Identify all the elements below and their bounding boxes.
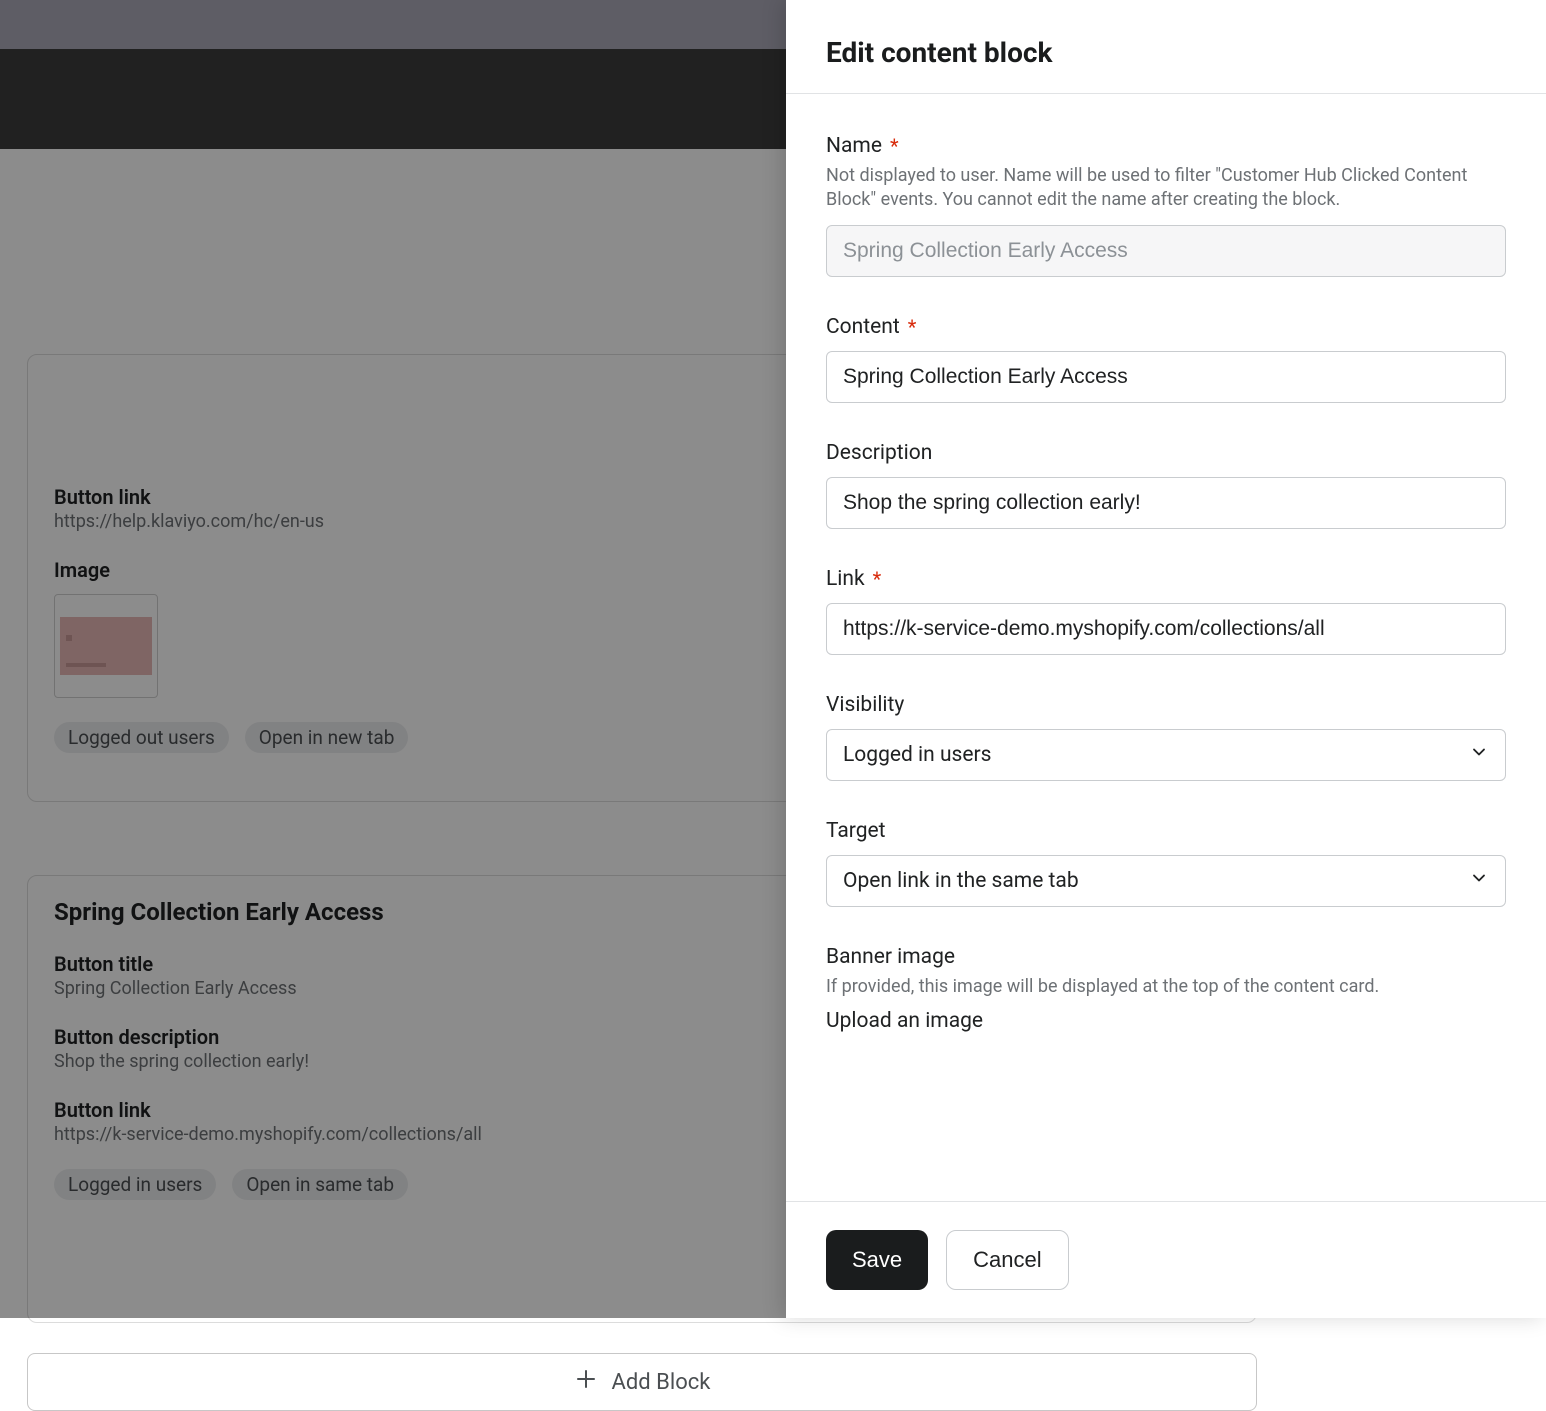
description-field: Description <box>826 441 1506 529</box>
banner-help: If provided, this image will be displaye… <box>826 975 1506 999</box>
link-input[interactable] <box>826 603 1506 655</box>
target-select[interactable]: Open link in the same tab <box>826 855 1506 907</box>
description-input[interactable] <box>826 477 1506 529</box>
cancel-button[interactable]: Cancel <box>946 1230 1068 1290</box>
name-label: Name * <box>826 134 1506 158</box>
add-block-button[interactable]: Add Block <box>27 1353 1257 1411</box>
visibility-value: Logged in users <box>843 743 991 767</box>
required-asterisk-icon: * <box>908 317 917 337</box>
target-field: Target Open link in the same tab <box>826 819 1506 907</box>
name-help: Not displayed to user. Name will be used… <box>826 164 1506 213</box>
description-label: Description <box>826 441 1506 465</box>
panel-header: Edit content block <box>786 0 1546 94</box>
panel-body: Name * Not displayed to user. Name will … <box>786 94 1546 1202</box>
name-field: Name * Not displayed to user. Name will … <box>826 134 1506 277</box>
name-input <box>826 225 1506 277</box>
edit-content-block-panel: Edit content block Name * Not displayed … <box>786 0 1546 1318</box>
plus-icon <box>574 1367 598 1397</box>
visibility-field: Visibility Logged in users <box>826 693 1506 781</box>
chevron-down-icon <box>1469 742 1489 768</box>
content-label: Content * <box>826 315 1506 339</box>
visibility-label: Visibility <box>826 693 1506 717</box>
add-block-label: Add Block <box>612 1370 711 1395</box>
save-button[interactable]: Save <box>826 1230 928 1290</box>
link-label: Link * <box>826 567 1506 591</box>
required-asterisk-icon: * <box>873 569 882 589</box>
panel-footer: Save Cancel <box>786 1202 1546 1318</box>
content-input[interactable] <box>826 351 1506 403</box>
banner-label: Banner image <box>826 945 1506 969</box>
target-value: Open link in the same tab <box>843 869 1079 893</box>
upload-image-label[interactable]: Upload an image <box>826 1009 1506 1033</box>
target-label: Target <box>826 819 1506 843</box>
banner-field: Banner image If provided, this image wil… <box>826 945 1506 1033</box>
link-field: Link * <box>826 567 1506 655</box>
required-asterisk-icon: * <box>890 136 899 156</box>
visibility-select[interactable]: Logged in users <box>826 729 1506 781</box>
chevron-down-icon <box>1469 868 1489 894</box>
content-field: Content * <box>826 315 1506 403</box>
panel-title: Edit content block <box>826 36 1506 69</box>
